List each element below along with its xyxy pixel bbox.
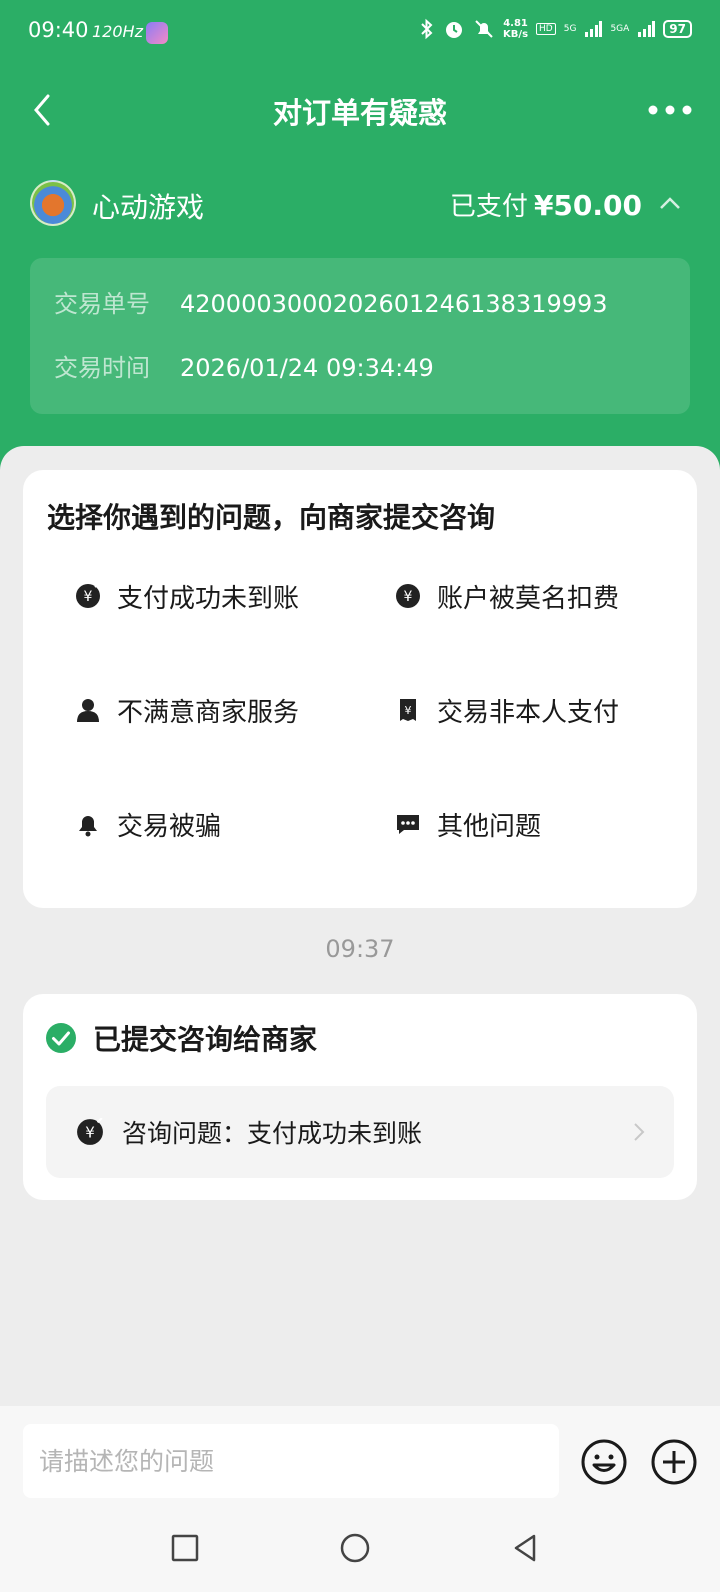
transaction-time-row: 交易时间 2026/01/24 09:34:49 [54, 348, 434, 383]
chevron-right-icon [634, 1123, 645, 1141]
recents-square-icon[interactable] [165, 1528, 205, 1568]
sim1-label: 5G [563, 24, 577, 34]
option-other[interactable]: 其他问题 [395, 804, 541, 844]
person-icon [77, 699, 99, 722]
consult-question-label: 咨询问题：支付成功未到账 [122, 1119, 423, 1148]
nav-bar: 对订单有疑惑 [0, 72, 720, 148]
option-label: 交易非本人支付 [437, 697, 620, 728]
question-card-title: 选择你遇到的问题，向商家提交咨询 [47, 501, 496, 534]
check-circle-icon [46, 1023, 76, 1053]
more-dots-icon[interactable] [648, 100, 692, 120]
status-bar: 09:40 120Hz 4.81 KB/s HD 5G 5GA 97 [0, 0, 720, 66]
order-header: 09:40 120Hz 4.81 KB/s HD 5G 5GA 97 对订单有疑… [0, 0, 720, 470]
option-unexpected-charge[interactable]: ¥ 账户被莫名扣费 [395, 576, 619, 616]
receipt-icon: ¥ [400, 699, 416, 721]
svg-text:¥: ¥ [85, 1123, 95, 1141]
submitted-title: 已提交咨询给商家 [93, 1023, 318, 1056]
chevron-up-icon[interactable] [658, 194, 682, 212]
paid-label: 已支付 [449, 192, 528, 222]
message-input[interactable] [23, 1424, 559, 1498]
net-speed-unit: KB/s [503, 29, 529, 40]
transaction-time-label: 交易时间 [54, 354, 150, 382]
option-payment-not-received[interactable]: ¥ 支付成功未到账 [75, 576, 299, 616]
transaction-id-label: 交易单号 [54, 290, 150, 318]
bell-icon [79, 816, 97, 837]
submitted-card: 已提交咨询给商家 ¥ 咨询问题：支付成功未到账 [23, 994, 697, 1200]
transaction-id-value: 4200003000202601246138319993 [180, 290, 608, 318]
option-label: 交易被骗 [117, 811, 222, 842]
yen-slash-icon: ¥ [77, 1118, 103, 1145]
plus-icon[interactable] [650, 1438, 698, 1486]
hd-tag: HD [536, 23, 556, 35]
paid-status: 已支付 ¥50.00 [450, 186, 642, 223]
option-label: 其他问题 [437, 811, 542, 842]
sim2-label: 5GA [610, 24, 630, 34]
merchant-avatar [30, 180, 76, 226]
status-time: 09:40 [28, 18, 89, 42]
option-label: 账户被莫名扣费 [437, 583, 620, 614]
svg-text:¥: ¥ [404, 589, 413, 605]
option-label: 支付成功未到账 [117, 583, 300, 614]
net-speed: 4.81 KB/s [503, 18, 528, 40]
consult-question-item[interactable]: ¥ 咨询问题：支付成功未到账 [46, 1086, 674, 1178]
page-title: 对订单有疑惑 [272, 96, 447, 130]
option-unsatisfied-service[interactable]: 不满意商家服务 [75, 690, 299, 730]
merchant-name: 心动游戏 [92, 191, 205, 224]
transaction-id-row: 交易单号 4200003000202601246138319993 [54, 284, 608, 319]
battery-indicator: 97 [663, 20, 692, 38]
input-bar [0, 1406, 720, 1506]
alarm-icon [446, 22, 463, 38]
status-icons: 4.81 KB/s HD 5G 5GA 97 [419, 18, 692, 40]
yen-circle-icon: ¥ [396, 584, 420, 608]
paid-amount: ¥50.00 [533, 189, 642, 222]
refresh-rate: 120Hz [92, 22, 143, 41]
bluetooth-icon [421, 18, 433, 40]
option-not-self-paid[interactable]: ¥ 交易非本人支付 [395, 690, 619, 730]
submitted-header: 已提交咨询给商家 [45, 1018, 317, 1058]
transaction-details: 交易单号 4200003000202601246138319993 交易时间 202… [30, 258, 690, 414]
question-card: 选择你遇到的问题，向商家提交咨询 ¥ 支付成功未到账 ¥ 账户被莫名扣费 不满意… [23, 470, 697, 908]
mute-bell-icon [475, 20, 493, 38]
signal-icon-2 [638, 21, 656, 37]
transaction-time-value: 2026/01/24 09:34:49 [180, 354, 434, 382]
home-circle-icon[interactable] [335, 1528, 375, 1568]
back-triangle-icon[interactable] [505, 1528, 545, 1568]
net-speed-value: 4.81 [503, 18, 528, 29]
yen-slash-icon: ¥ [76, 583, 100, 608]
system-nav-bar [0, 1506, 720, 1592]
emoji-icon[interactable] [580, 1438, 628, 1486]
option-label: 不满意商家服务 [117, 697, 300, 728]
merchant-row[interactable]: 心动游戏 已支付 ¥50.00 [30, 180, 690, 228]
chat-dots-icon [397, 815, 419, 834]
app-notification-icon [146, 22, 168, 44]
chat-timestamp: 09:37 [325, 935, 395, 963]
option-scammed[interactable]: 交易被骗 [75, 804, 221, 844]
svg-text:¥: ¥ [84, 589, 93, 605]
svg-text:¥: ¥ [405, 704, 412, 717]
signal-icon [585, 21, 603, 37]
